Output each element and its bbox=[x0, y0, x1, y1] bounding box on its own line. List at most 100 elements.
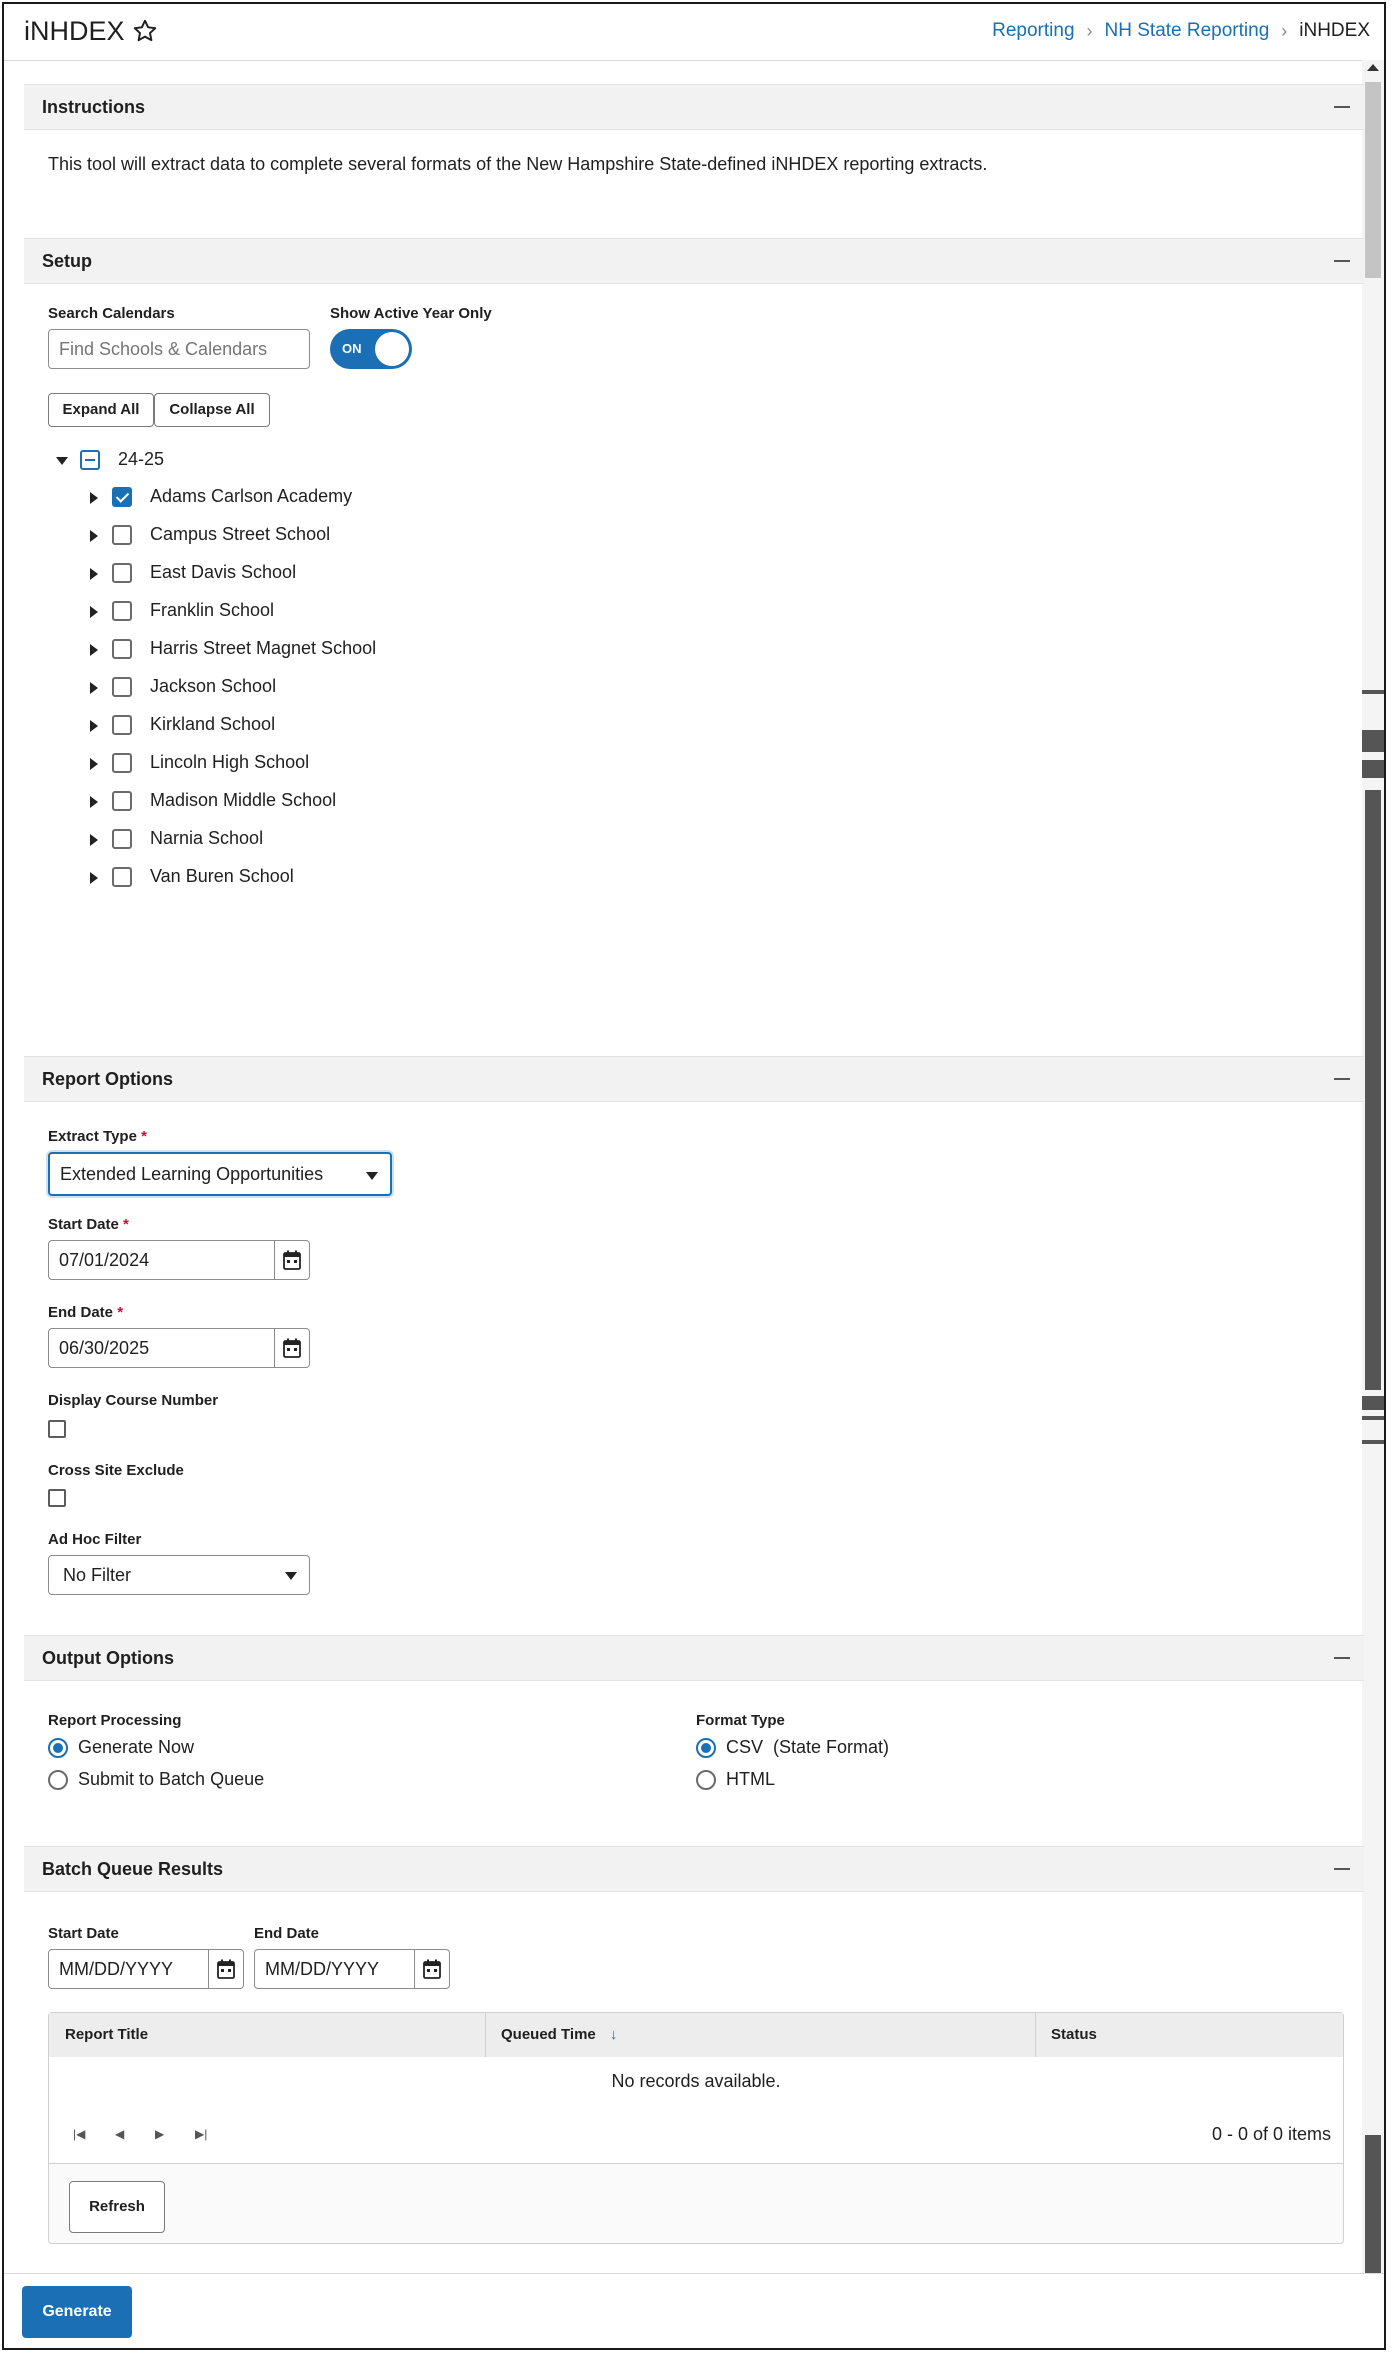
tree-school-node[interactable]: Madison Middle School bbox=[90, 787, 490, 817]
breadcrumb-reporting[interactable]: Reporting bbox=[992, 20, 1074, 42]
active-year-toggle[interactable]: ON bbox=[330, 329, 412, 369]
star-icon[interactable] bbox=[132, 18, 158, 44]
tree-school-node[interactable]: Adams Carlson Academy bbox=[90, 483, 490, 513]
column-status[interactable]: Status bbox=[1051, 2026, 1097, 2043]
expand-arrow-icon[interactable] bbox=[90, 606, 98, 618]
start-date-label: Start Date * bbox=[48, 1216, 129, 1233]
tree-year-node[interactable]: 24-25 bbox=[56, 446, 358, 476]
expand-arrow-icon[interactable] bbox=[90, 796, 98, 808]
expand-arrow-icon[interactable] bbox=[90, 872, 98, 884]
generate-now-label[interactable]: Generate Now bbox=[78, 1737, 194, 1758]
page-scrollbar[interactable] bbox=[1362, 60, 1384, 2335]
tree-school-node[interactable]: Campus Street School bbox=[90, 521, 490, 551]
school-checkbox[interactable] bbox=[112, 677, 132, 697]
batch-end-date-placeholder[interactable]: MM/DD/YYYY bbox=[265, 1959, 379, 1980]
year-checkbox[interactable] bbox=[80, 450, 100, 470]
collapse-icon[interactable] bbox=[1334, 1868, 1350, 1870]
scroll-marker bbox=[1362, 1416, 1384, 1420]
expand-arrow-icon[interactable] bbox=[90, 530, 98, 542]
last-page-icon[interactable]: ▶| bbox=[195, 2127, 207, 2141]
chevron-right-icon: › bbox=[1281, 20, 1288, 41]
expand-arrow-icon[interactable] bbox=[90, 720, 98, 732]
start-date-value[interactable]: 07/01/2024 bbox=[59, 1250, 149, 1271]
output-options-header[interactable]: Output Options bbox=[24, 1635, 1364, 1681]
collapse-icon[interactable] bbox=[1334, 260, 1350, 262]
toggle-knob bbox=[375, 332, 409, 366]
sort-descending-icon: ↓ bbox=[609, 2026, 618, 2043]
refresh-button[interactable]: Refresh bbox=[69, 2181, 165, 2233]
calendar-button[interactable] bbox=[208, 1950, 243, 1988]
column-queued-time[interactable]: Queued Time ↓ bbox=[501, 2026, 617, 2043]
school-checkbox[interactable] bbox=[112, 829, 132, 849]
required-mark: * bbox=[123, 1216, 129, 1233]
expand-arrow-icon[interactable] bbox=[56, 457, 68, 465]
display-course-number-checkbox[interactable] bbox=[48, 1420, 66, 1438]
school-checkbox[interactable] bbox=[112, 525, 132, 545]
html-radio[interactable] bbox=[696, 1770, 716, 1790]
scroll-up-icon[interactable] bbox=[1367, 64, 1379, 71]
school-name: Franklin School bbox=[150, 600, 275, 620]
csv-label[interactable]: CSV (State Format) bbox=[726, 1737, 889, 1758]
collapse-icon[interactable] bbox=[1334, 1657, 1350, 1659]
cross-site-exclude-checkbox[interactable] bbox=[48, 1489, 66, 1507]
expand-arrow-icon[interactable] bbox=[90, 568, 98, 580]
tree-school-node[interactable]: Franklin School bbox=[90, 597, 490, 627]
expand-all-button[interactable]: Expand All bbox=[48, 393, 154, 427]
csv-radio[interactable] bbox=[696, 1738, 716, 1758]
school-checkbox[interactable] bbox=[112, 715, 132, 735]
collapse-icon[interactable] bbox=[1334, 1078, 1350, 1080]
breadcrumb-nh-state-reporting[interactable]: NH State Reporting bbox=[1105, 20, 1270, 42]
expand-arrow-icon[interactable] bbox=[90, 682, 98, 694]
setup-header[interactable]: Setup bbox=[24, 238, 1364, 284]
expand-arrow-icon[interactable] bbox=[90, 834, 98, 846]
submit-batch-radio[interactable] bbox=[48, 1770, 68, 1790]
end-date-field[interactable]: 06/30/2025 bbox=[48, 1328, 310, 1368]
generate-now-radio[interactable] bbox=[48, 1738, 68, 1758]
calendar-button[interactable] bbox=[414, 1950, 449, 1988]
expand-arrow-icon[interactable] bbox=[90, 644, 98, 656]
batch-end-date-field[interactable]: MM/DD/YYYY bbox=[254, 1949, 450, 1989]
expand-arrow-icon[interactable] bbox=[90, 758, 98, 770]
submit-batch-label[interactable]: Submit to Batch Queue bbox=[78, 1769, 264, 1790]
school-checkbox[interactable] bbox=[112, 791, 132, 811]
expand-arrow-icon[interactable] bbox=[90, 492, 98, 504]
tree-school-node[interactable]: Lincoln High School bbox=[90, 749, 490, 779]
cross-site-exclude-label: Cross Site Exclude bbox=[48, 1462, 184, 1479]
batch-start-date-field[interactable]: MM/DD/YYYY bbox=[48, 1949, 244, 1989]
school-checkbox[interactable] bbox=[112, 601, 132, 621]
school-checkbox[interactable] bbox=[112, 867, 132, 887]
prev-page-icon[interactable]: ◀ bbox=[115, 2127, 124, 2141]
start-date-field[interactable]: 07/01/2024 bbox=[48, 1240, 310, 1280]
report-options-header[interactable]: Report Options bbox=[24, 1056, 1364, 1102]
extract-type-label: Extract Type * bbox=[48, 1128, 147, 1145]
extract-type-select[interactable]: Extended Learning Opportunities bbox=[48, 1152, 392, 1196]
search-calendars-input[interactable] bbox=[48, 329, 310, 369]
batch-queue-header[interactable]: Batch Queue Results bbox=[24, 1846, 1364, 1892]
html-label[interactable]: HTML bbox=[726, 1769, 775, 1790]
collapse-all-button[interactable]: Collapse All bbox=[154, 393, 270, 427]
tree-school-node[interactable]: Kirkland School bbox=[90, 711, 490, 741]
first-page-icon[interactable]: |◀ bbox=[73, 2127, 85, 2141]
calendar-button[interactable] bbox=[274, 1241, 309, 1279]
tree-school-node[interactable]: Harris Street Magnet School bbox=[90, 635, 490, 665]
calendar-button[interactable] bbox=[274, 1329, 309, 1367]
generate-button[interactable]: Generate bbox=[22, 2286, 132, 2338]
school-checkbox[interactable] bbox=[112, 563, 132, 583]
end-date-value[interactable]: 06/30/2025 bbox=[59, 1338, 149, 1359]
instructions-text: This tool will extract data to complete … bbox=[48, 154, 988, 174]
school-checkbox[interactable] bbox=[112, 753, 132, 773]
caret-down-icon bbox=[366, 1172, 378, 1180]
collapse-icon[interactable] bbox=[1334, 106, 1350, 108]
column-report-title[interactable]: Report Title bbox=[65, 2026, 148, 2043]
instructions-header[interactable]: Instructions bbox=[24, 84, 1364, 130]
batch-start-date-placeholder[interactable]: MM/DD/YYYY bbox=[59, 1959, 173, 1980]
tree-school-node[interactable]: Narnia School bbox=[90, 825, 490, 855]
school-checkbox[interactable] bbox=[112, 639, 132, 659]
ad-hoc-filter-select[interactable]: No Filter bbox=[48, 1555, 310, 1595]
tree-school-node[interactable]: Van Buren School bbox=[90, 863, 490, 893]
tree-school-node[interactable]: Jackson School bbox=[90, 673, 490, 703]
scroll-thumb[interactable] bbox=[1365, 82, 1381, 278]
next-page-icon[interactable]: ▶ bbox=[155, 2127, 164, 2141]
school-checkbox[interactable] bbox=[112, 487, 132, 507]
tree-school-node[interactable]: East Davis School bbox=[90, 559, 490, 589]
